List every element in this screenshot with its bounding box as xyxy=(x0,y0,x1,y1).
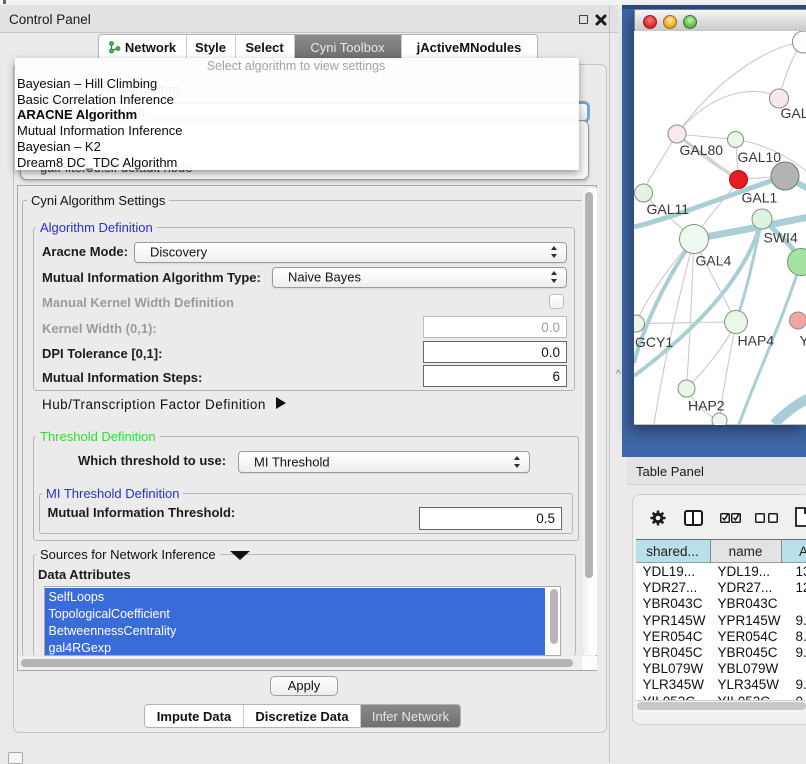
svg-text:GAL7: GAL7 xyxy=(780,105,806,121)
svg-text:GAL80: GAL80 xyxy=(679,142,723,158)
svg-text:HAP4: HAP4 xyxy=(737,333,774,349)
svg-text:GAL4: GAL4 xyxy=(695,253,731,269)
svg-text:HAP2: HAP2 xyxy=(688,398,725,414)
svg-text:GAL1: GAL1 xyxy=(741,190,777,206)
svg-text:GAL11: GAL11 xyxy=(646,201,689,217)
svg-text:Y: Y xyxy=(799,333,806,349)
svg-text:GCY1: GCY1 xyxy=(635,334,673,350)
svg-text:GAL10: GAL10 xyxy=(737,149,781,165)
svg-text:SWI4: SWI4 xyxy=(763,230,797,246)
